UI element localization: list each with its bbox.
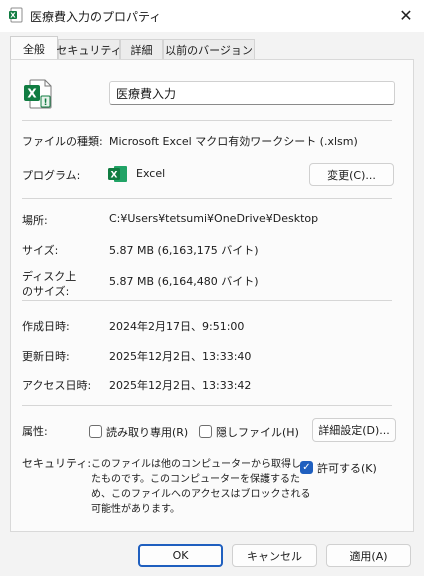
ok-button[interactable]: OK (138, 544, 223, 567)
file-type-value: Microsoft Excel マクロ有効ワークシート (.xlsm) (109, 135, 358, 148)
title-bar: X 医療費入力のプロパティ ✕ (0, 0, 424, 32)
security-text-line2: たものです。このコンピューターを保護するた (91, 474, 300, 485)
created-value: 2024年2月17日、9:51:00 (109, 320, 245, 333)
accessed-value: 2025年12月2日、13:33:42 (109, 379, 252, 392)
svg-text:!: ! (43, 98, 47, 108)
separator (22, 300, 392, 301)
security-label: セキュリティ: (22, 457, 92, 470)
location-label: 場所: (22, 214, 48, 227)
modified-label: 更新日時: (22, 350, 70, 363)
file-type-label: ファイルの種類: (22, 135, 103, 148)
size-on-disk-label-line1: ディスク上 (22, 270, 77, 283)
size-on-disk-value: 5.87 MB (6,164,480 バイト) (109, 275, 259, 288)
tab-security[interactable]: セキュリティ (56, 39, 122, 59)
svg-text:X: X (111, 171, 118, 181)
hidden-checkbox[interactable] (199, 425, 212, 438)
excel-app-icon: X (108, 166, 127, 182)
tab-general[interactable]: 全般 (10, 36, 58, 60)
close-icon[interactable]: ✕ (388, 0, 424, 30)
file-name-input[interactable]: 医療費入力 (109, 81, 395, 105)
apply-button[interactable]: 適用(A) (326, 544, 411, 567)
excel-file-icon: X (9, 7, 23, 23)
cancel-button[interactable]: キャンセル (232, 544, 317, 567)
security-text-line3: め、このファイルへのアクセスはブロックされる (91, 489, 311, 500)
location-value: C:¥Users¥tetsumi¥OneDrive¥Desktop (109, 212, 319, 225)
unblock-label[interactable]: 許可する(K) (317, 460, 377, 476)
readonly-checkbox[interactable] (89, 425, 102, 438)
security-text-line1: このファイルは他のコンピューターから取得し (91, 459, 301, 470)
size-value: 5.87 MB (6,163,175 バイト) (109, 244, 259, 257)
modified-value: 2025年12月2日、13:33:40 (109, 350, 252, 363)
separator (22, 198, 392, 199)
advanced-attributes-button[interactable]: 詳細設定(D)... (312, 418, 396, 442)
hidden-label[interactable]: 隠しファイル(H) (216, 424, 299, 440)
excel-macro-file-icon: X ! (24, 79, 52, 109)
created-label: 作成日時: (22, 320, 70, 333)
accessed-label: アクセス日時: (22, 379, 92, 392)
readonly-label[interactable]: 読み取り専用(R) (106, 424, 188, 440)
separator (22, 405, 392, 406)
separator (22, 120, 392, 121)
security-text-line4: 可能性があります。 (91, 504, 180, 515)
change-program-button[interactable]: 変更(C)... (309, 163, 394, 186)
unblock-checkbox[interactable]: ✓ (300, 461, 313, 474)
window-title: 医療費入力のプロパティ (30, 10, 162, 24)
program-label: プログラム: (22, 169, 81, 182)
attributes-label: 属性: (22, 425, 48, 438)
program-value: Excel (136, 167, 166, 180)
svg-text:X: X (10, 12, 16, 20)
size-on-disk-label-line2: のサイズ: (22, 285, 70, 298)
svg-text:X: X (27, 87, 37, 101)
tab-previous-versions[interactable]: 以前のバージョン (163, 39, 255, 59)
tab-details[interactable]: 詳細 (120, 39, 163, 59)
size-label: サイズ: (22, 244, 59, 257)
